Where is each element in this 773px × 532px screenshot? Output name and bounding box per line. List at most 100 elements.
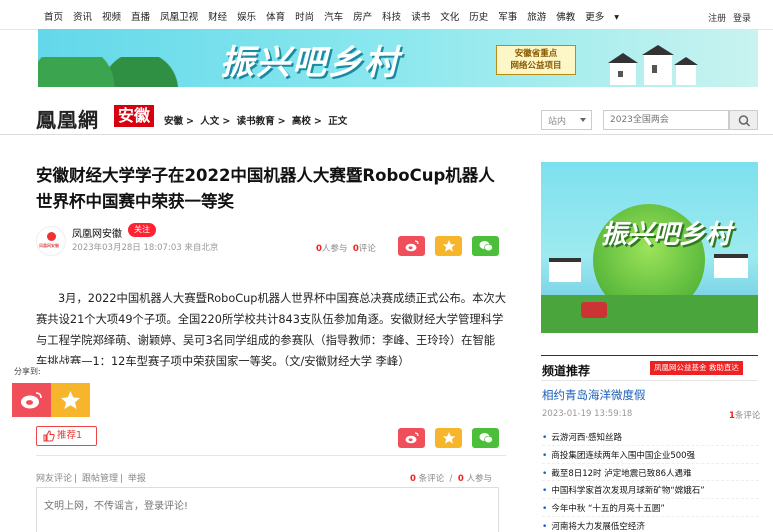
top-nav: 首页 资讯 视频 直播 凤凰卫视 财经 娱乐 体育 时尚 汽车 房产 科技 读书… [0, 0, 773, 30]
houses-illustration [608, 45, 698, 85]
follow-button[interactable]: 关注 [128, 223, 156, 237]
weibo-icon [405, 432, 419, 444]
comment-links: 网友评论 | 跟帖管理 | 举报 [36, 471, 148, 484]
search-scope-select[interactable]: 站内 [541, 110, 592, 130]
nav-item[interactable]: 时尚 [295, 9, 314, 23]
search-scope-value: 站内 [548, 117, 567, 127]
link-separator: | [119, 474, 123, 484]
share-weibo-button-bottom[interactable] [398, 428, 425, 448]
breadcrumb-separator: > [222, 116, 231, 127]
sidebar-banner-ad[interactable]: 振兴吧乡村 [541, 162, 758, 333]
register-link[interactable]: 注册 [708, 14, 726, 24]
avatar-text: 凤凰网安徽 [39, 243, 59, 248]
author-avatar[interactable]: 凤凰网安徽 [36, 226, 66, 256]
breadcrumb-separator: > [313, 116, 322, 127]
feed-headline[interactable]: 相约青岛海洋微度假 [542, 387, 646, 403]
nav-item[interactable]: 科技 [382, 9, 401, 23]
favorite-button[interactable] [435, 236, 462, 256]
house-graphic [714, 254, 748, 278]
floating-weibo-button[interactable] [12, 383, 51, 417]
nav-item[interactable]: 首页 [44, 9, 63, 23]
comments-label[interactable]: 评论 [359, 244, 376, 254]
breadcrumb-item: 正文 [328, 116, 348, 127]
star-icon [442, 240, 456, 252]
count-separator: / [446, 474, 456, 484]
breadcrumb-item[interactable]: 人文 [200, 116, 219, 127]
nav-item[interactable]: 体育 [266, 9, 285, 23]
nav-items: 首页 资讯 视频 直播 凤凰卫视 财经 娱乐 体育 时尚 汽车 房产 科技 读书… [44, 9, 639, 23]
comments-link[interactable]: 网友评论 [36, 474, 72, 484]
feed-item[interactable]: 截至8日12时 泸定地震已致86人遇难 [542, 464, 759, 482]
feed-item[interactable]: 中国科学家首次发现月球新矿物“嫦娥石” [542, 481, 759, 500]
article-title: 安徽财经大学学子在2022中国机器人大赛暨RoboCup机器人世界杯中国赛中荣获… [36, 166, 495, 211]
participants-label: 人参与 [321, 244, 348, 254]
breadcrumb-item[interactable]: 高校 [292, 116, 311, 127]
nav-item[interactable]: 文化 [440, 9, 459, 23]
weibo-icon [21, 392, 42, 409]
nav-item[interactable]: 房产 [353, 9, 372, 23]
breadcrumb-item[interactable]: 读书教育 [237, 116, 275, 127]
login-link[interactable]: 登录 [733, 14, 751, 24]
nav-item[interactable]: 军事 [498, 9, 517, 23]
share-label: 分享到: [12, 366, 43, 377]
search-button[interactable] [729, 110, 758, 130]
nav-item[interactable]: 直播 [131, 9, 150, 23]
recommend-button[interactable]: 推荐1 [36, 426, 97, 446]
banner-badge-line1: 安徽省重点 [514, 49, 558, 59]
feed-top-rule [541, 355, 758, 356]
feed-comment-label: 条评论 [734, 411, 761, 421]
floating-favorite-button[interactable] [51, 383, 90, 417]
comment-manage-link[interactable]: 跟帖管理 [82, 474, 118, 484]
search-input[interactable] [603, 110, 729, 130]
feed-item[interactable]: 云游河西·感知丝路 [542, 428, 759, 446]
share-weibo-button[interactable] [398, 236, 425, 256]
nav-more[interactable]: 更多 ▾ [585, 9, 629, 23]
participants-label-bottom: 人参与 [466, 474, 492, 484]
charity-fund-tag[interactable]: 凤凰网公益基金 救助直达 [650, 361, 743, 375]
share-wechat-button-bottom[interactable] [472, 428, 499, 448]
comment-count: 0 [410, 474, 416, 484]
tractor-graphic [581, 302, 607, 318]
feed-item[interactable]: 河南将大力发展低空经济 [542, 517, 759, 532]
feed-headline-date: 2023-01-19 13:59:18 [542, 409, 633, 419]
top-banner-ad[interactable]: 振兴吧乡村 安徽省重点 网络公益项目 [38, 29, 758, 87]
auth-links: 注册 登录 [704, 11, 751, 24]
feed-list: 云游河西·感知丝路 商投集团连续两年入围中国企业500强 截至8日12时 泸定地… [542, 428, 759, 532]
nav-item[interactable]: 汽车 [324, 9, 343, 23]
caret-down-icon [580, 118, 586, 122]
logo-bar: 鳳凰網 安徽 安徽 > 人文 > 读书教育 > 高校 > 正文 站内 [0, 103, 773, 135]
nav-item[interactable]: 旅游 [527, 9, 546, 23]
region-logo[interactable]: 安徽 [114, 105, 155, 127]
nav-item[interactable]: 凤凰卫视 [160, 9, 198, 23]
star-icon [442, 432, 456, 444]
feed-headline-comments[interactable]: 1条评论 [729, 409, 760, 421]
comment-count-label[interactable]: 条评论 [419, 474, 445, 484]
avatar-logo-icon [47, 232, 56, 241]
nav-item[interactable]: 历史 [469, 9, 488, 23]
chevron-down-icon: ▾ [614, 12, 620, 23]
recommend-label: 推荐1 [57, 430, 83, 441]
section-divider [36, 455, 506, 456]
wechat-icon [479, 241, 493, 252]
nav-item[interactable]: 娱乐 [237, 9, 256, 23]
comment-input[interactable] [36, 487, 499, 532]
nav-item[interactable]: 财经 [208, 9, 227, 23]
nav-item[interactable]: 资讯 [73, 9, 92, 23]
nav-item[interactable]: 视频 [102, 9, 121, 23]
favorite-button-bottom[interactable] [435, 428, 462, 448]
author-name[interactable]: 凤凰网安徽 [72, 225, 122, 240]
breadcrumb-item[interactable]: 安徽 [164, 116, 183, 127]
ground-graphic [541, 295, 758, 333]
nav-item[interactable]: 读书 [411, 9, 430, 23]
feed-item[interactable]: 今年中秋 “十五的月亮十五圆” [542, 499, 759, 517]
report-link[interactable]: 举报 [128, 474, 146, 484]
weibo-icon [405, 240, 419, 252]
nav-item[interactable]: 佛教 [556, 9, 575, 23]
nav-more-label: 更多 [585, 12, 605, 23]
site-logo[interactable]: 鳳凰網 [36, 104, 99, 133]
house-graphic [549, 258, 581, 282]
banner-title: 振兴吧乡村 [220, 43, 400, 83]
share-wechat-button[interactable] [472, 236, 499, 256]
star-icon [61, 391, 80, 409]
feed-item[interactable]: 商投集团连续两年入围中国企业500强 [542, 446, 759, 464]
